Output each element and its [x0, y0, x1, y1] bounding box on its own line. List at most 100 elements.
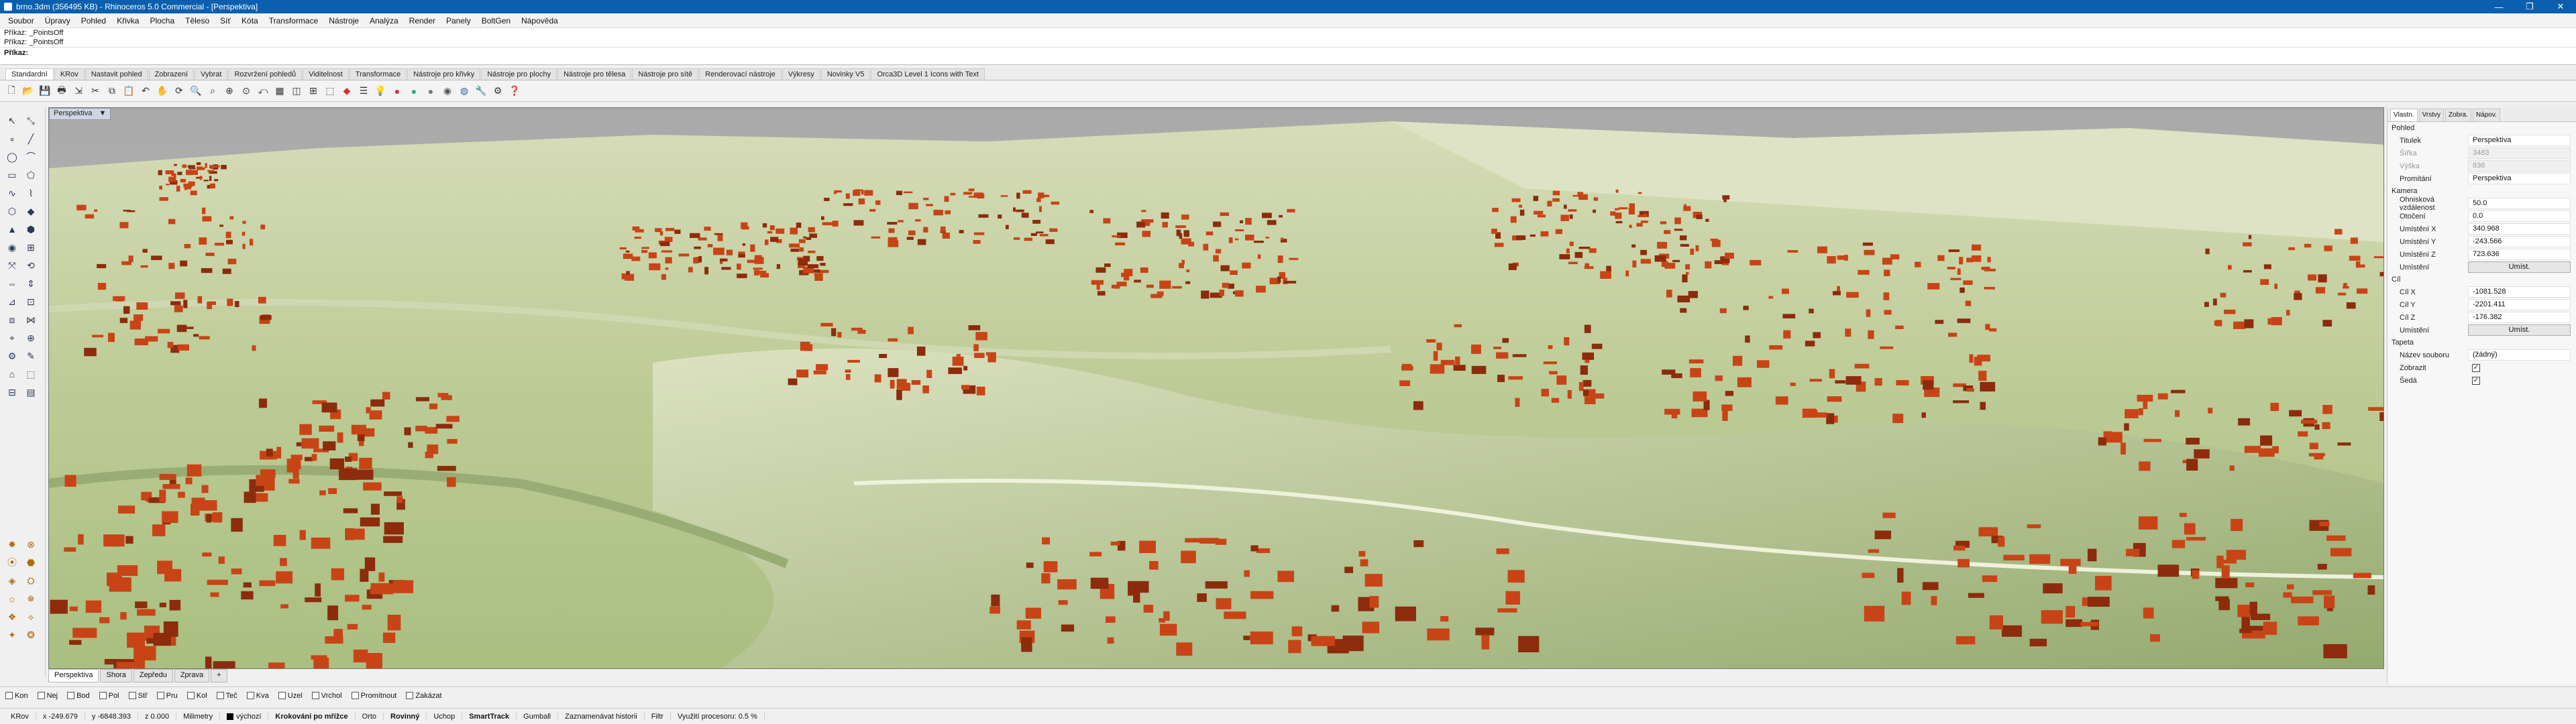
show-checkbox[interactable]: ✓: [2472, 363, 2480, 372]
layer-status[interactable]: výchozí: [220, 712, 269, 721]
open-folder-icon[interactable]: 📂: [21, 84, 36, 99]
tool-icon[interactable]: ⌖: [4, 330, 20, 346]
environment-icon[interactable]: ◍: [457, 84, 472, 99]
osnap-toggle[interactable]: Uchop: [427, 712, 463, 721]
menu-krivka[interactable]: Křivka: [111, 16, 144, 25]
smarttrack-toggle[interactable]: SmartTrack: [462, 712, 517, 721]
menu-panely[interactable]: Panely: [441, 16, 476, 25]
tool-icon[interactable]: ⬚: [23, 366, 39, 382]
render-tool-icon[interactable]: ⛯: [23, 591, 39, 607]
tool-icon[interactable]: ∘: [4, 131, 20, 147]
tool-icon[interactable]: ⊕: [23, 330, 39, 346]
perspective-viewport[interactable]: Perspektiva ▼: [48, 107, 2384, 669]
cut-icon[interactable]: ✂: [88, 84, 103, 99]
tool-icon[interactable]: ⇔: [4, 276, 20, 292]
tab-nastroje-site[interactable]: Nástroje pro sítě: [632, 68, 699, 80]
tool-icon[interactable]: ⬢: [23, 221, 39, 237]
render-tool-icon[interactable]: ☼: [4, 591, 20, 607]
tab-vykresy[interactable]: Výkresy: [782, 68, 820, 80]
tab-shora[interactable]: Shora: [100, 669, 132, 682]
osnap-uzel[interactable]: Uzel: [278, 692, 303, 700]
print-icon[interactable]: 🖶: [54, 84, 69, 99]
render-tool-icon[interactable]: ✸: [4, 536, 20, 552]
cplane-icon[interactable]: ◫: [289, 84, 304, 99]
save-icon[interactable]: 💾: [38, 84, 52, 99]
tool-icon[interactable]: ⧈: [4, 312, 20, 328]
place-target-button[interactable]: Umíst.: [2468, 324, 2571, 336]
menu-nastroje[interactable]: Nástroje: [323, 16, 364, 25]
tool-icon[interactable]: ∿: [4, 185, 20, 201]
filter-toggle[interactable]: Filtr: [645, 712, 672, 721]
pan-hand-icon[interactable]: ✋: [155, 84, 170, 99]
layer-icon[interactable]: ◆: [339, 84, 354, 99]
menu-teleso[interactable]: Těleso: [180, 16, 215, 25]
command-input[interactable]: [31, 48, 2576, 58]
viewport-title[interactable]: Perspektiva ▼: [49, 108, 111, 120]
properties-icon[interactable]: ☰: [356, 84, 371, 99]
tab-zprava[interactable]: Zprava: [174, 669, 210, 682]
tool-icon[interactable]: ▭: [4, 167, 20, 183]
tab-zobrazeni[interactable]: Zobrazení: [148, 68, 195, 80]
ortho-toggle[interactable]: Orto: [356, 712, 384, 721]
tool-icon[interactable]: ⌒: [23, 149, 39, 165]
tab-display[interactable]: Zobra.: [2445, 109, 2471, 121]
tool-icon[interactable]: ⇕: [23, 276, 39, 292]
select-icon[interactable]: ⬚: [323, 84, 337, 99]
undo-icon[interactable]: ↶: [138, 84, 153, 99]
zoom-extents-icon[interactable]: ⊕: [222, 84, 237, 99]
rendered-view-icon[interactable]: ●: [423, 84, 438, 99]
tool-icon[interactable]: ◯: [4, 149, 20, 165]
render-tool-icon[interactable]: ❂: [23, 627, 39, 643]
tool-icon[interactable]: ◆: [23, 203, 39, 219]
tool-icon[interactable]: ↖: [4, 113, 20, 129]
menu-render[interactable]: Render: [404, 16, 441, 25]
osnap-str[interactable]: Stř: [128, 692, 148, 700]
render-tool-icon[interactable]: ✦: [4, 627, 20, 643]
import-icon[interactable]: ⇲: [71, 84, 86, 99]
tool-icon[interactable]: ⊿: [4, 294, 20, 310]
menu-plocha[interactable]: Plocha: [144, 16, 180, 25]
material-icon[interactable]: ◉: [440, 84, 455, 99]
record-history-toggle[interactable]: Zaznamenávat historii: [558, 712, 645, 721]
add-viewport-tab-button[interactable]: +: [211, 669, 227, 682]
osnap-kva[interactable]: Kva: [246, 692, 269, 700]
tool-icon[interactable]: ⬡: [4, 203, 20, 219]
osnap-promitnout[interactable]: Promítnout: [351, 692, 396, 700]
tab-help[interactable]: Nápov.: [2472, 109, 2500, 121]
menu-transformace[interactable]: Transformace: [264, 16, 324, 25]
tab-nastroje-krivky[interactable]: Nástroje pro křivky: [407, 68, 481, 80]
render-tool-icon[interactable]: ◈: [4, 572, 20, 589]
render-tool-icon[interactable]: ⦿: [4, 554, 20, 570]
render-tool-icon[interactable]: ❖: [4, 609, 20, 625]
tab-vybrat[interactable]: Vybrat: [195, 68, 228, 80]
tool-icon[interactable]: ⤧: [4, 257, 20, 274]
menu-kota[interactable]: Kóta: [236, 16, 264, 25]
render-tool-icon[interactable]: ⟡: [23, 609, 39, 625]
tab-perspektiva[interactable]: Perspektiva: [48, 669, 99, 682]
tool-icon[interactable]: ⋈: [23, 312, 39, 328]
tab-viditelnost[interactable]: Viditelnost: [303, 68, 349, 80]
tab-orca3d[interactable]: Orca3D Level 1 Icons with Text: [871, 68, 985, 80]
tools-icon[interactable]: 🔧: [474, 84, 488, 99]
tab-nastavit-pohled[interactable]: Nastavit pohled: [85, 68, 148, 80]
tool-icon[interactable]: ⬠: [23, 167, 39, 183]
menu-analyza[interactable]: Analýza: [364, 16, 404, 25]
menu-soubor[interactable]: Soubor: [3, 16, 40, 25]
tool-icon[interactable]: ⟲: [23, 257, 39, 274]
tool-icon[interactable]: ⊡: [23, 294, 39, 310]
light-icon[interactable]: 💡: [373, 84, 388, 99]
tab-transformace[interactable]: Transformace: [349, 68, 407, 80]
tool-icon[interactable]: ⚙: [4, 348, 20, 364]
grid-snap-toggle[interactable]: Krokování po mřížce: [268, 712, 356, 721]
zoom-selected-icon[interactable]: ⊙: [239, 84, 254, 99]
undo-view-icon[interactable]: ⤺: [256, 84, 270, 99]
tab-layers[interactable]: Vrstvy: [2418, 109, 2444, 121]
tab-standardni[interactable]: Standardní: [5, 68, 54, 80]
grid-icon[interactable]: ⊞: [306, 84, 321, 99]
close-button[interactable]: ✕: [2545, 0, 2576, 13]
menu-upravy[interactable]: Úpravy: [40, 16, 76, 25]
tab-renderovaci[interactable]: Renderovací nástroje: [699, 68, 782, 80]
zoom-window-icon[interactable]: ⌕: [205, 84, 220, 99]
osnap-zakazat[interactable]: Zakázat: [406, 692, 442, 700]
tab-krov[interactable]: KRov: [54, 68, 85, 80]
